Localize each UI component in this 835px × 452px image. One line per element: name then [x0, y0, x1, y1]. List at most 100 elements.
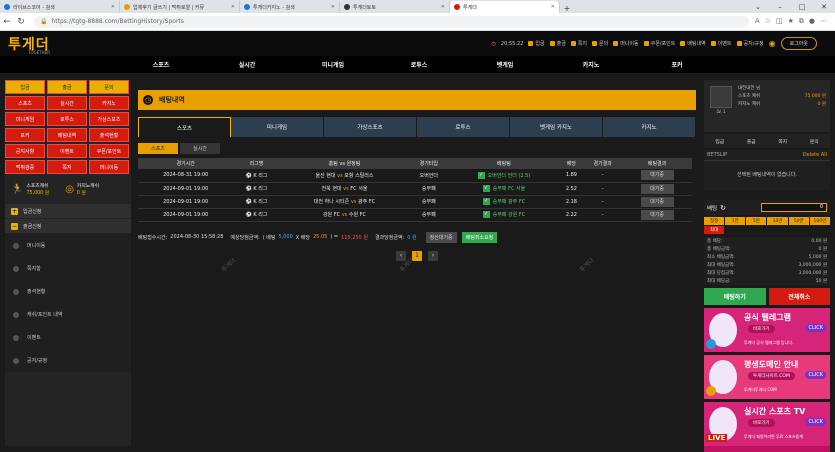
quick-menu-item[interactable]: 문의 [89, 80, 129, 94]
tab-close-icon[interactable]: ✕ [227, 4, 235, 10]
live-tv-banner[interactable]: LIVE 실시간 스포츠 TV 바로가기 CLICK 투게더 회원이라면 무료 … [704, 402, 830, 446]
place-bet-button[interactable]: 배팅하기 [704, 288, 766, 305]
quick-menu-item[interactable]: 가상스포츠 [89, 112, 129, 126]
minimize-icon[interactable]: – [769, 3, 791, 11]
next-page-button[interactable]: › [428, 250, 438, 261]
amount-chip[interactable]: 1만 [725, 217, 746, 225]
quick-menu-item[interactable]: 포커 [5, 128, 45, 142]
header-link-message[interactable]: 쪽지 [570, 40, 587, 47]
amount-chip[interactable]: 5만 [746, 217, 767, 225]
category-tab[interactable]: 가상스포츠 [324, 117, 417, 137]
side-list-item[interactable]: 이벤트 [5, 326, 131, 349]
browser-tab[interactable]: 라이브스코어 - 검색 ✕ [0, 1, 120, 13]
domain-banner[interactable]: 평생도메인 안내 투게더사이트.COM CLICK 투게더투게더.COM [704, 355, 830, 399]
tab-close-icon[interactable]: ✕ [327, 4, 335, 10]
favorites-icon[interactable]: ★ [788, 17, 794, 26]
quick-menu-item[interactable]: 출금 [47, 80, 87, 94]
category-tab[interactable]: 미니게임 [231, 117, 324, 137]
header-link-money-move[interactable]: 머니이동 [613, 40, 639, 47]
refresh-icon[interactable]: ↻ [720, 204, 726, 212]
amount-chip[interactable]: 정정 [704, 217, 725, 225]
account-deposit-button[interactable]: 입금 [704, 134, 736, 148]
pending-badge[interactable]: 대기중 [640, 170, 674, 181]
withdraw-section[interactable]: − 출금신청 [5, 219, 131, 234]
nav-sports[interactable]: 스포츠 [118, 60, 204, 69]
header-link-deposit[interactable]: 입금 [528, 40, 545, 47]
header-link-inquiry[interactable]: 문의 [592, 40, 608, 47]
deposit-section[interactable]: + 입금신청 [5, 204, 131, 219]
quick-menu-item[interactable]: 쿠폰/포인트 [89, 144, 129, 158]
account-message-button[interactable]: 쪽지 [767, 134, 799, 148]
quick-menu-item[interactable]: 로투스 [47, 112, 87, 126]
maximize-icon[interactable]: □ [791, 3, 813, 11]
tab-close-icon[interactable]: ✕ [547, 4, 555, 10]
category-tab[interactable]: 스포츠 [138, 117, 231, 137]
banner-click[interactable]: CLICK [805, 324, 826, 332]
subtab-live[interactable]: 실시간 [180, 143, 220, 154]
quick-menu-item[interactable]: 입금 [5, 80, 45, 94]
max-chip[interactable]: 최대 [704, 226, 725, 234]
bet-amount-input[interactable]: 0 [761, 203, 827, 212]
category-tab[interactable]: 벳게임 카지노 [510, 117, 603, 137]
account-inquiry-button[interactable]: 문의 [798, 134, 830, 148]
header-link-coupon[interactable]: 쿠폰/포인트 [643, 40, 675, 47]
close-window-icon[interactable]: ✕ [813, 3, 835, 11]
collections-icon[interactable]: ⧉ [799, 17, 804, 26]
header-link-event[interactable]: 이벤트 [710, 40, 732, 47]
star-icon[interactable]: ☆ [765, 17, 771, 26]
translate-icon[interactable]: A [755, 17, 760, 26]
quick-menu-item[interactable]: 카지노 [89, 96, 129, 110]
amount-chip[interactable]: 100만 [809, 217, 830, 225]
telegram-banner[interactable]: 공식 텔레그램 바로가기 CLICK 투게더 공식 텔레그램 입니다. [704, 308, 830, 352]
cancel-all-button[interactable]: 전체취소 [768, 288, 830, 305]
tab-close-icon[interactable]: ✕ [107, 4, 115, 10]
category-tab[interactable]: 카지노 [603, 117, 696, 137]
quick-menu-item[interactable]: 스포츠 [5, 96, 45, 110]
category-tab[interactable]: 로투스 [417, 117, 510, 137]
cancel-request-button[interactable]: 배팅취소요청 [461, 231, 498, 243]
quick-menu-item[interactable]: 머니이동 [89, 160, 129, 174]
nav-casino[interactable]: 카지노 [548, 60, 634, 69]
more-icon[interactable]: ⋯ [820, 17, 827, 26]
quick-menu-item[interactable]: 공지사항 [5, 144, 45, 158]
tab-close-icon[interactable]: ✕ [437, 4, 445, 10]
nav-betgame[interactable]: 벳게임 [462, 60, 548, 69]
quick-menu-item[interactable]: 출석현황 [89, 128, 129, 142]
side-list-item[interactable]: 머니이동 [5, 234, 131, 257]
split-icon[interactable]: ◫ [776, 17, 783, 26]
sound-icon[interactable]: ◉ [769, 39, 776, 48]
delete-all-button[interactable]: Delete All [803, 152, 827, 158]
quick-menu-item[interactable]: 먹튀검증 [5, 160, 45, 174]
header-link-withdraw[interactable]: 출금 [549, 40, 566, 47]
amount-chip[interactable]: 10만 [767, 217, 788, 225]
pending-badge[interactable]: 대기중 [640, 196, 674, 207]
new-tab-icon[interactable]: + [560, 4, 574, 13]
banner-click[interactable]: CLICK [805, 371, 826, 379]
quick-menu-item[interactable]: 배팅내역 [47, 128, 87, 142]
pending-badge[interactable]: 대기중 [640, 209, 674, 220]
logout-button[interactable]: 로그아웃 [780, 37, 817, 50]
account-withdraw-button[interactable]: 출금 [735, 134, 767, 148]
side-list-item[interactable]: 캐쉬/포인트 내역 [5, 303, 131, 326]
browser-tab-active[interactable]: 투게더 ✕ [450, 1, 560, 13]
quick-menu-item[interactable]: 실시간 [47, 96, 87, 110]
browser-tab[interactable]: 업체후기 글쓰기 | 먹튀로얄 | 커뮤 ✕ [120, 1, 240, 13]
side-list-item[interactable]: 쪽지함 [5, 257, 131, 280]
side-list-item[interactable]: 출석현황 [5, 280, 131, 303]
banner-click[interactable]: CLICK [805, 418, 826, 426]
next-banner[interactable] [704, 446, 830, 452]
browser-tab[interactable]: 투게더카지노 - 검색 ✕ [240, 1, 340, 13]
quick-menu-item[interactable]: 미니게임 [5, 112, 45, 126]
pending-badge[interactable]: 대기중 [640, 183, 674, 194]
url-field[interactable]: 🔒 https://tgtg-8888.com/BettingHistory/Sp… [34, 15, 749, 28]
settlement-pending-button[interactable]: 정산대기중 [425, 231, 457, 243]
header-link-notice[interactable]: 공지/규정 [736, 40, 764, 47]
nav-minigame[interactable]: 미니게임 [290, 60, 376, 69]
tab-search-icon[interactable]: ⌄ [747, 3, 769, 11]
side-list-item[interactable]: 공지/규정 [5, 349, 131, 372]
profile-icon[interactable]: ● [809, 17, 815, 26]
header-link-bet-history[interactable]: 배팅내역 [680, 40, 706, 47]
nav-poker[interactable]: 포커 [634, 60, 720, 69]
back-icon[interactable]: ← [0, 17, 14, 27]
amount-chip[interactable]: 50만 [788, 217, 809, 225]
